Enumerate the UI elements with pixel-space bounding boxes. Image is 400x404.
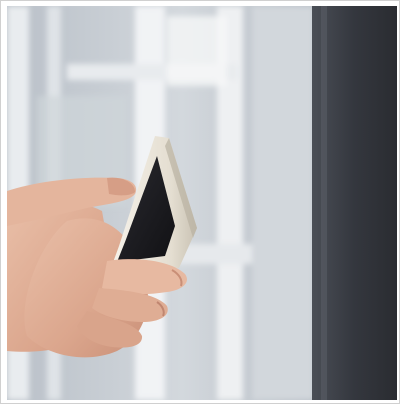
photo-scene bbox=[7, 6, 397, 400]
photo bbox=[7, 6, 397, 400]
image-frame bbox=[0, 0, 400, 404]
